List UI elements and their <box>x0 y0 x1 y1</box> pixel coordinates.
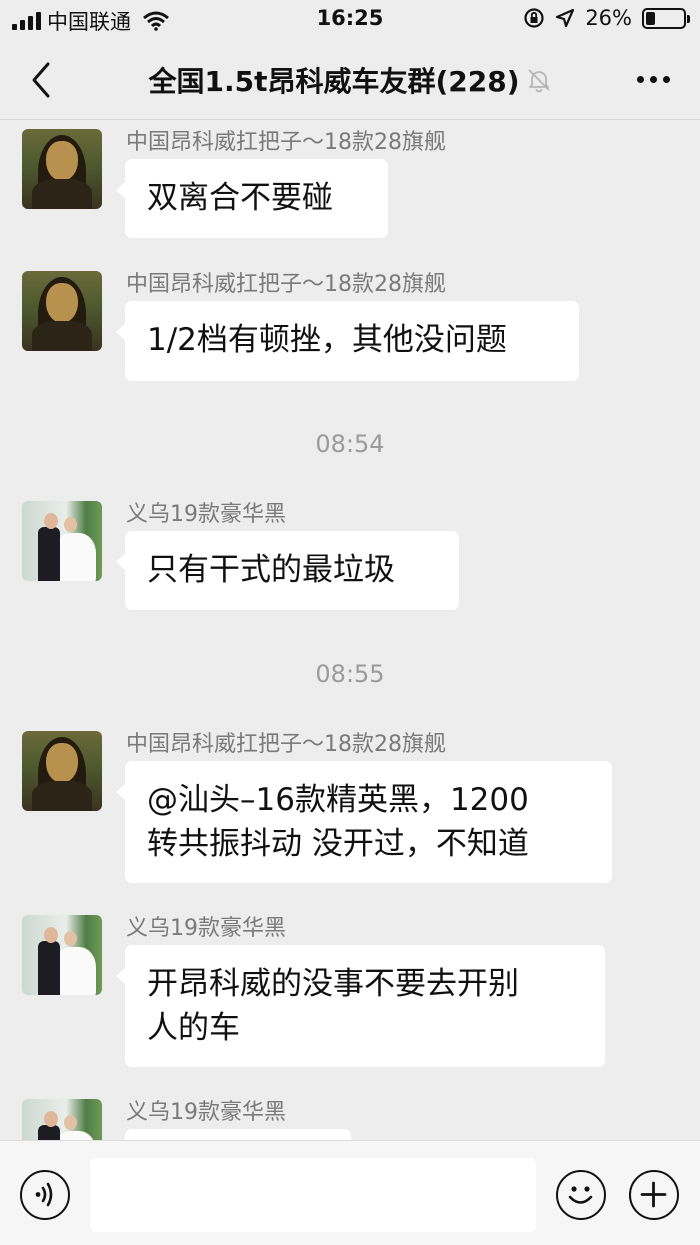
location-icon <box>556 8 575 28</box>
battery-percent: 26% <box>585 6 632 30</box>
sender-name: 中国昂科威扛把子～18款28旗舰 <box>126 130 446 155</box>
more-dot <box>650 75 657 83</box>
message-bubble[interactable]: 开昂科威的没事不要去开别 人的车 <box>116 945 605 1067</box>
message-text: 人的车 <box>147 1010 240 1046</box>
avatar-wedding-couple[interactable] <box>22 915 102 995</box>
sender-name: 中国昂科威扛把子～18款28旗舰 <box>126 272 446 297</box>
input-bar <box>0 1140 700 1245</box>
message-text: 开昂科威的没事不要去开别 <box>147 966 519 1002</box>
message-bubble[interactable]: @汕头–16款精英黑，1200 转共振抖动 没开过，不知道 <box>116 761 612 883</box>
avatar-mona-lisa[interactable] <box>22 271 102 351</box>
timestamp: 08:54 <box>315 430 385 458</box>
message-bubble[interactable]: 只有干式的最垃圾 <box>116 531 459 610</box>
bell-muted-icon <box>527 69 550 93</box>
sender-name: 义乌19款豪华黑 <box>126 502 286 527</box>
nav-bar: 全国1.5t昂科威车友群(228) <box>0 40 700 120</box>
more-dot <box>637 75 644 83</box>
message-text: 转共振抖动 没开过，不知道 <box>147 826 529 862</box>
plus-icon <box>640 1181 667 1208</box>
sender-name: 中国昂科威扛把子～18款28旗舰 <box>126 732 446 757</box>
timestamp: 08:55 <box>315 660 385 688</box>
more-options-button[interactable] <box>637 64 670 94</box>
chat-title: 全国1.5t昂科威车友群(228) <box>148 65 520 98</box>
sender-name: 义乌19款豪华黑 <box>126 1100 286 1125</box>
plus-button[interactable] <box>629 1170 679 1220</box>
avatar-mona-lisa[interactable] <box>22 731 102 811</box>
message-text: @汕头–16款精英黑，1200 <box>147 782 529 818</box>
rotation-lock-icon <box>524 8 544 28</box>
message-bubble[interactable]: 1/2档有顿挫，其他没问题 <box>116 301 579 381</box>
more-dot <box>663 75 670 83</box>
message-bubble[interactable]: 双离合不要碰 <box>116 159 388 238</box>
sender-name: 义乌19款豪华黑 <box>126 916 286 941</box>
message-input[interactable] <box>90 1158 536 1232</box>
voice-button[interactable] <box>20 1170 70 1220</box>
avatar-wedding-couple[interactable] <box>22 501 102 581</box>
status-right: 26% <box>523 6 690 30</box>
voice-icon <box>35 1182 53 1207</box>
emoji-button[interactable] <box>556 1170 606 1220</box>
message-text: 只有干式的最垃圾 <box>147 552 395 588</box>
battery-fill <box>646 11 656 25</box>
chat-message-list[interactable]: 中国昂科威扛把子～18款28旗舰 双离合不要碰 中国昂科威扛把子～18款28旗舰… <box>0 121 700 1140</box>
message-text: 双离合不要碰 <box>147 180 333 216</box>
message-bubble[interactable] <box>125 1129 351 1140</box>
emoji-icon <box>568 1186 593 1204</box>
battery-icon <box>642 7 690 29</box>
avatar-wedding-couple[interactable] <box>22 1099 102 1140</box>
message-text: 1/2档有顿挫，其他没问题 <box>147 322 507 358</box>
avatar-mona-lisa[interactable] <box>22 129 102 209</box>
status-bar: 中国联通 16:25 26% <box>0 0 700 40</box>
nav-title-group: 全国1.5t昂科威车友群(228) <box>0 60 700 100</box>
